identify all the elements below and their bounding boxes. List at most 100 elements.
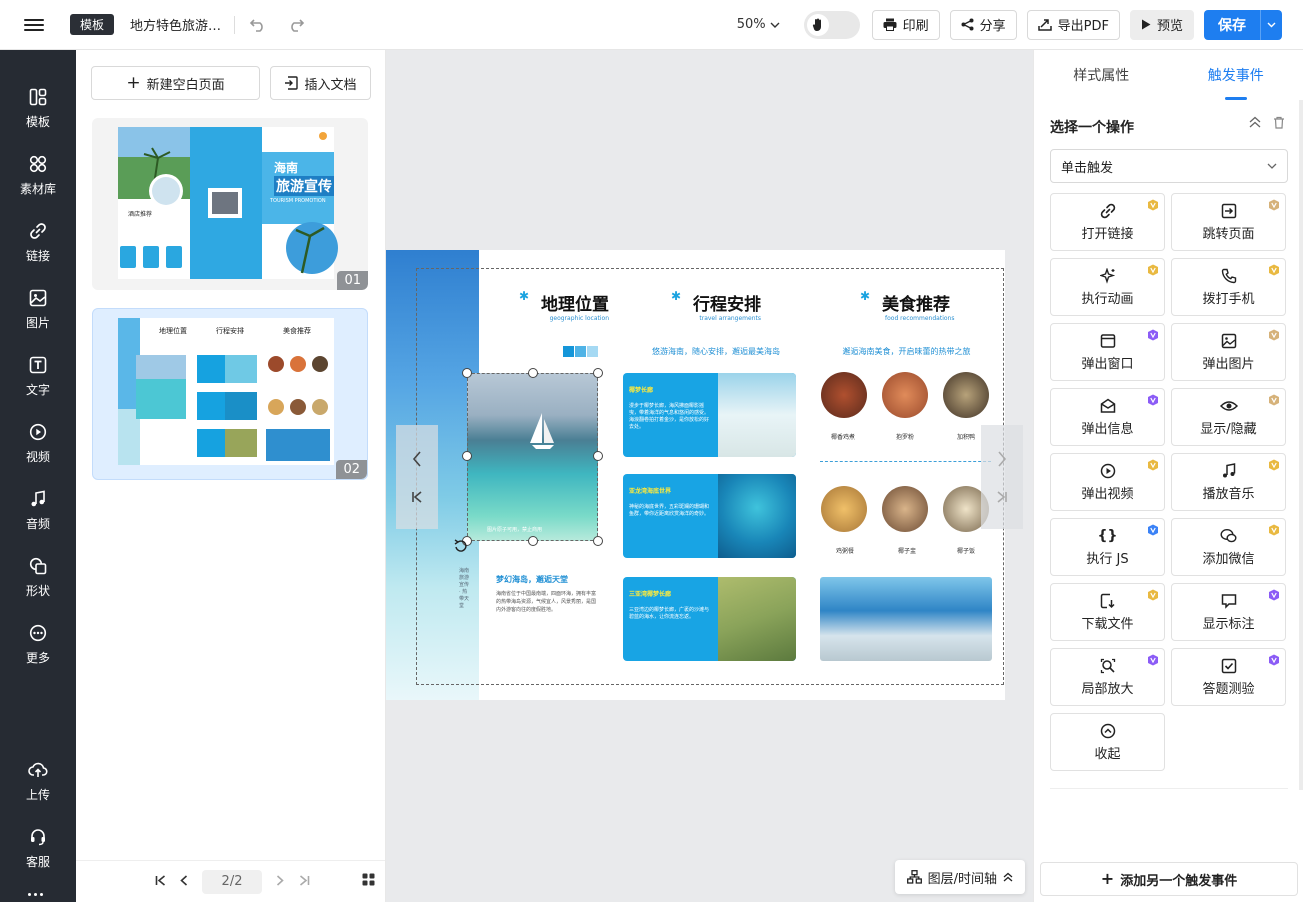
action-quiz[interactable]: 答题测验	[1171, 648, 1286, 706]
vip-badge-icon	[1269, 264, 1279, 276]
rail-item-image[interactable]: 图片	[0, 281, 76, 337]
action-show-annotation[interactable]: 显示标注	[1171, 583, 1286, 641]
add-trigger-event-button[interactable]: + 添加另一个触发事件	[1040, 862, 1298, 896]
rail-item-text[interactable]: 文字	[0, 348, 76, 404]
action-open-link[interactable]: 打开链接	[1050, 193, 1165, 251]
resize-handle[interactable]	[462, 368, 472, 378]
resize-handle[interactable]	[462, 451, 472, 461]
preview-label: 预览	[1156, 19, 1183, 34]
editor-canvas[interactable]: 海南旅游宣传 · 热带天堂 ✱ 地理位置 geographic location…	[386, 50, 1033, 902]
share-icon	[961, 18, 974, 31]
template-badge[interactable]: 模板	[70, 14, 115, 35]
save-button[interactable]: 保存	[1204, 10, 1260, 40]
layers-label: 图层/时间轴	[927, 871, 997, 887]
rail-label: 上传	[25, 788, 50, 802]
action-popup-video[interactable]: 弹出视频	[1050, 453, 1165, 511]
collapse-up-icon[interactable]	[1249, 116, 1261, 128]
mail-icon	[1099, 397, 1117, 415]
resize-handle[interactable]	[593, 368, 603, 378]
action-run-animation[interactable]: 执行动画	[1050, 258, 1165, 316]
tab-style-properties[interactable]: 样式属性	[1034, 50, 1169, 100]
resize-handle[interactable]	[593, 451, 603, 461]
vip-badge-icon	[1269, 654, 1279, 666]
grid-view-icon[interactable]	[356, 873, 380, 890]
rail-item-video[interactable]: 视频	[0, 415, 76, 471]
action-popup-window[interactable]: 弹出窗口	[1050, 323, 1165, 381]
more-dots-icon[interactable]	[28, 893, 43, 896]
rotate-handle-icon[interactable]	[453, 538, 469, 558]
insert-document-button[interactable]: 插入文档	[270, 66, 371, 100]
action-collapse[interactable]: 收起	[1050, 713, 1165, 771]
vip-badge-icon	[1148, 654, 1158, 666]
rail-item-shape[interactable]: 形状	[0, 549, 76, 605]
undo-icon[interactable]	[247, 14, 269, 36]
material-icon	[28, 154, 48, 174]
tab-trigger-events[interactable]: 触发事件	[1169, 50, 1303, 100]
next-page-arrow[interactable]	[981, 425, 1023, 529]
image-icon	[28, 288, 48, 308]
prev-page-arrow[interactable]	[396, 425, 438, 529]
play-icon	[1099, 462, 1117, 480]
action-jump-page[interactable]: 跳转页面	[1171, 193, 1286, 251]
hand-tool-toggle[interactable]	[803, 10, 860, 39]
new-blank-page-button[interactable]: + 新建空白页面	[91, 66, 260, 100]
insert-doc-label: 插入文档	[304, 77, 357, 93]
resize-handle[interactable]	[593, 536, 603, 546]
next-page-icon[interactable]	[268, 874, 292, 890]
new-page-label: 新建空白页面	[146, 77, 225, 93]
rail-item-template[interactable]: 模板	[0, 80, 76, 136]
action-popup-message[interactable]: 弹出信息	[1050, 388, 1165, 446]
share-button[interactable]: 分享	[949, 9, 1017, 40]
document-title[interactable]: 地方特色旅游…	[130, 15, 222, 34]
panel-scroll-bar[interactable]	[1299, 100, 1303, 790]
insert-doc-icon	[285, 76, 299, 90]
redo-icon[interactable]	[285, 14, 307, 36]
layers-icon	[906, 870, 922, 884]
preview-button[interactable]: 预览	[1129, 9, 1194, 40]
action-play-music[interactable]: 播放音乐	[1171, 453, 1286, 511]
chevron-up-double-icon	[1003, 872, 1013, 882]
print-button[interactable]: 印刷	[871, 9, 940, 40]
export-pdf-button[interactable]: 导出PDF	[1026, 9, 1120, 40]
rail-item-upload[interactable]: 上传	[0, 753, 76, 809]
rail-item-material[interactable]: 素材库	[0, 147, 76, 203]
save-dropdown-icon[interactable]	[1260, 9, 1282, 40]
resize-handle[interactable]	[528, 368, 538, 378]
trigger-type-select[interactable]: 单击触发	[1050, 149, 1288, 183]
action-show-hide[interactable]: 显示/隐藏	[1171, 388, 1286, 446]
action-add-wechat[interactable]: 添加微信	[1171, 518, 1286, 576]
action-popup-image[interactable]: 弹出图片	[1171, 323, 1286, 381]
rail-item-support[interactable]: 客服	[0, 820, 76, 876]
last-page-icon[interactable]	[292, 874, 316, 890]
rail-item-more[interactable]: 更多	[0, 616, 76, 672]
page-thumbnail-1[interactable]: 海南 旅游宣传 TOURISM PROMOTION 酒店推荐 01	[92, 118, 368, 290]
page-indicator[interactable]: 2/2	[202, 869, 262, 894]
menu-icon[interactable]	[24, 18, 44, 31]
layers-timeline-button[interactable]: 图层/时间轴	[894, 860, 1025, 894]
rail-item-audio[interactable]: 音频	[0, 482, 76, 538]
share-label: 分享	[979, 19, 1006, 34]
divider	[1050, 788, 1288, 789]
chevron-right-icon	[998, 451, 1007, 467]
page-thumbnail-2[interactable]: 地理位置 行程安排 美食推荐 02	[92, 308, 368, 480]
action-download-file[interactable]: 下载文件	[1050, 583, 1165, 641]
prev-page-icon[interactable]	[172, 874, 196, 890]
resize-handle[interactable]	[528, 536, 538, 546]
action-label: 跳转页面	[1202, 227, 1255, 242]
action-label: 弹出视频	[1081, 487, 1134, 502]
vip-badge-icon	[1148, 199, 1158, 211]
action-call-phone[interactable]: 拨打手机	[1171, 258, 1286, 316]
action-local-zoom[interactable]: 局部放大	[1050, 648, 1165, 706]
action-run-js[interactable]: {} 执行 JS	[1050, 518, 1165, 576]
thumbnail-side-text: 酒店推荐	[128, 211, 153, 218]
trash-icon[interactable]	[1273, 116, 1285, 129]
rail-label: 文字	[25, 383, 50, 397]
rail-item-link[interactable]: 链接	[0, 214, 76, 270]
vip-badge-icon	[1148, 264, 1158, 276]
vip-badge-icon	[1148, 329, 1158, 341]
chevron-down-icon	[770, 22, 780, 28]
more-icon	[28, 623, 48, 643]
text-icon	[28, 355, 48, 375]
first-page-icon[interactable]	[148, 874, 172, 890]
zoom-select[interactable]: 50%	[737, 17, 780, 32]
